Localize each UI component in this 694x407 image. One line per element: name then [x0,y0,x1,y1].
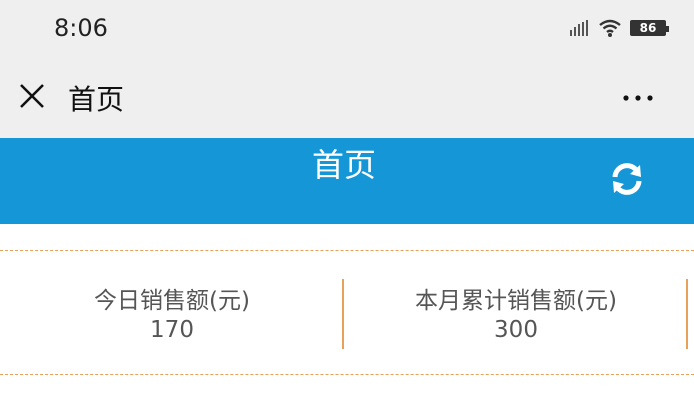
page-title: 首页 [311,146,376,184]
page-header: 首页 [0,138,694,224]
nav-title: 首页 [68,83,125,116]
stat-value: 170 [150,317,194,343]
stat-today-sales: 今日销售额(元) 170 [0,251,344,374]
refresh-icon[interactable] [609,161,645,197]
stat-label: 今日销售额(元) [94,288,250,314]
battery-icon: 86 [630,20,669,36]
wifi-icon [599,19,621,37]
status-icons: 86 [570,18,669,38]
stat-divider [686,279,688,349]
sales-stats: 今日销售额(元) 170 本月累计销售额(元) 300 [0,250,694,375]
signal-icon [570,20,590,36]
battery-level-text: 86 [639,21,657,35]
more-horizontal-icon[interactable] [622,94,654,102]
status-bar: 8:06 86 [0,0,694,58]
close-icon[interactable] [18,82,46,110]
stat-label: 本月累计销售额(元) [415,288,617,314]
nav-bar: 首页 [0,58,694,138]
stat-month-sales: 本月累计销售额(元) 300 [344,251,688,374]
stat-value: 300 [494,317,538,343]
status-time: 8:06 [54,14,108,42]
